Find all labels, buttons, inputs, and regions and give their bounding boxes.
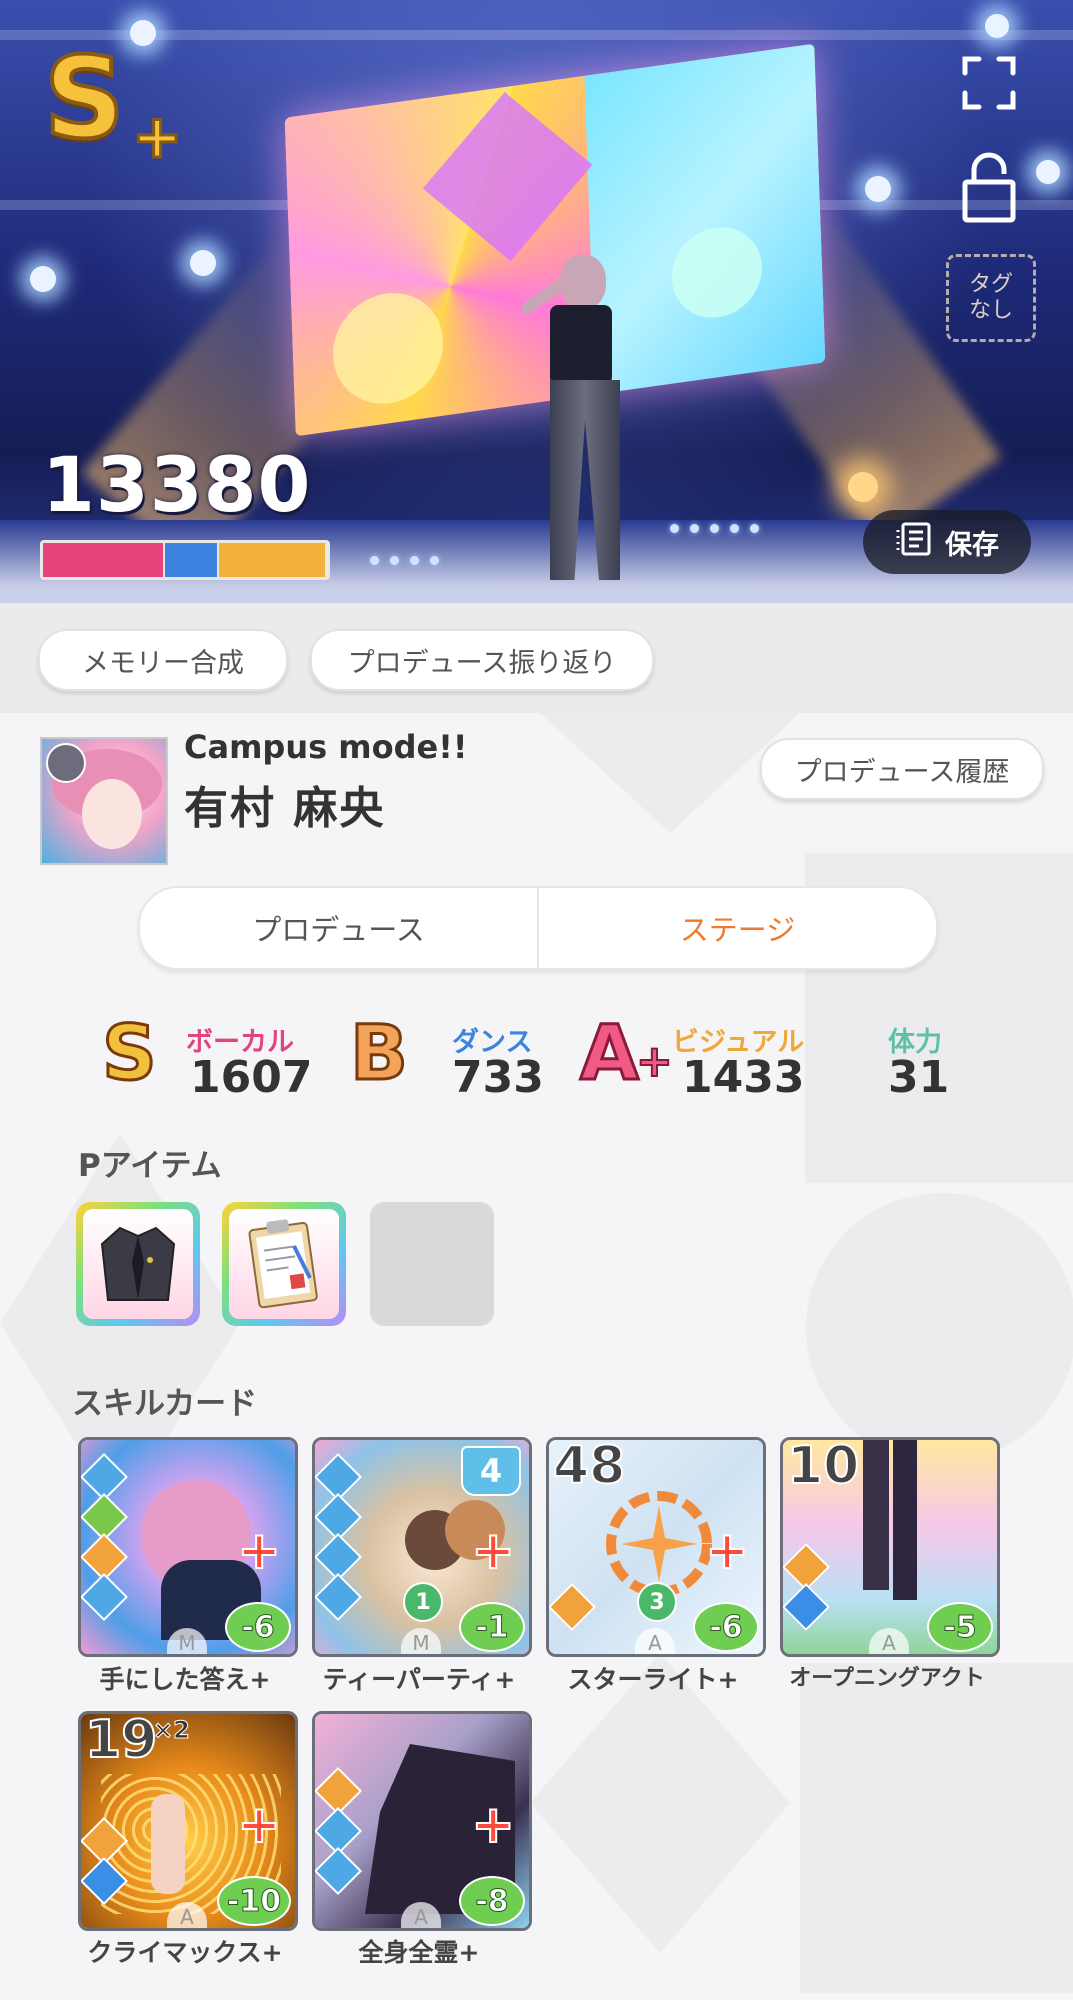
- stage-led: [730, 524, 739, 533]
- spotlight: [190, 250, 216, 276]
- skill-cost: -6: [225, 1602, 291, 1652]
- upgrade-plus-icon: +: [704, 1521, 750, 1581]
- upgrade-plus-icon: +: [470, 1521, 516, 1581]
- p-item-slot[interactable]: [222, 1202, 346, 1326]
- card-subtitle: Campus mode!!: [184, 728, 468, 766]
- skill-multiplier: ×2: [153, 1716, 191, 1745]
- visual-value: 1433: [682, 1052, 805, 1103]
- stat-ratio-bar: [40, 540, 330, 580]
- tag-label-line1: タグ: [968, 272, 1013, 297]
- visual-rank-letter: A: [579, 1007, 641, 1099]
- skill-cost: -1: [459, 1602, 525, 1652]
- idol-name: 有村 麻央: [184, 783, 386, 834]
- skill-level: 48: [552, 1437, 626, 1497]
- dance-value: 733: [452, 1052, 544, 1103]
- save-photo-icon: [895, 520, 933, 565]
- skill-card[interactable]: 19 ×2 + A -10: [78, 1711, 298, 1931]
- clipboard-icon: [248, 1219, 318, 1309]
- background-pattern: [806, 1193, 1073, 1463]
- lock-open-icon[interactable]: [962, 152, 1016, 224]
- stage-led: [750, 524, 759, 533]
- stage-led: [430, 556, 439, 565]
- background-pattern: [800, 1663, 1073, 1993]
- background-pattern: [530, 1653, 790, 1953]
- idol-card-avatar[interactable]: [40, 737, 168, 865]
- p-item-empty-slot[interactable]: [370, 1202, 494, 1326]
- skill-card-name: スターライト+: [567, 1665, 739, 1694]
- upgrade-plus-icon: +: [236, 1795, 282, 1855]
- mode-tabs: プロデュース ステージ: [138, 886, 938, 970]
- spotlight: [865, 176, 891, 202]
- skill-card[interactable]: 4 + 1 M -1: [312, 1437, 532, 1657]
- skill-cards-title: スキルカード: [72, 1386, 258, 1422]
- memory-merge-button[interactable]: メモリー合成: [38, 629, 288, 691]
- skill-card[interactable]: + M -6: [78, 1437, 298, 1657]
- skill-cost: -8: [459, 1876, 525, 1926]
- skill-count-badge: 3: [637, 1582, 677, 1622]
- spotlight: [130, 20, 156, 46]
- skill-card-name: クライマックス+: [87, 1938, 283, 1967]
- jacket-icon: [100, 1226, 176, 1301]
- skill-cost: -6: [693, 1602, 759, 1652]
- upgrade-plus-icon: +: [470, 1795, 516, 1855]
- fullscreen-icon[interactable]: [962, 56, 1016, 110]
- skill-level: 10: [786, 1437, 860, 1497]
- stage-truss: [0, 30, 1073, 40]
- stage-led: [390, 556, 399, 565]
- skill-level-badge: 4: [461, 1446, 521, 1496]
- skill-level: 19: [84, 1711, 158, 1771]
- skill-card-name: ティーパーティ+: [322, 1665, 516, 1694]
- dance-rank-letter: B: [349, 1007, 410, 1099]
- skill-card-name: 全身全霊+: [358, 1938, 480, 1967]
- skill-count-badge: 1: [403, 1582, 443, 1622]
- skill-card[interactable]: + A -8: [312, 1711, 532, 1931]
- total-rank-letter: S: [42, 32, 127, 166]
- stage-led: [370, 556, 379, 565]
- stage-led: [710, 524, 719, 533]
- stage-led: [670, 524, 679, 533]
- spotlight: [30, 266, 56, 292]
- vocal-rank-letter: S: [101, 1007, 159, 1099]
- skill-card[interactable]: 10 A -5: [780, 1437, 1000, 1657]
- save-button[interactable]: 保存: [863, 510, 1031, 574]
- spotlight: [1036, 160, 1060, 184]
- idol-figure: [519, 255, 640, 585]
- stamina-value: 31: [888, 1052, 950, 1103]
- total-score: 13380: [42, 440, 312, 529]
- save-label: 保存: [945, 529, 999, 561]
- stat-bar-segment-dance: [164, 543, 220, 577]
- stage-led: [410, 556, 419, 565]
- upgrade-plus-icon: +: [236, 1521, 282, 1581]
- p-items-title: Pアイテム: [78, 1148, 222, 1184]
- tab-stage[interactable]: ステージ: [539, 888, 936, 968]
- stat-bar-segment-vocal: [43, 543, 165, 577]
- skill-card[interactable]: 48 + 3 A -6: [546, 1437, 766, 1657]
- tag-button[interactable]: タグ なし: [946, 254, 1036, 342]
- skill-cost: -5: [927, 1602, 993, 1652]
- tag-label-line2: なし: [968, 298, 1013, 323]
- skill-card-name: オープニングアクト: [789, 1666, 985, 1691]
- stat-bar-segment-visual: [219, 543, 327, 577]
- visual-rank-plus: +: [635, 1035, 674, 1088]
- tab-produce[interactable]: プロデュース: [140, 888, 537, 968]
- stage-led: [690, 524, 699, 533]
- skill-card-name: 手にした答え+: [99, 1665, 271, 1694]
- vocal-value: 1607: [190, 1052, 313, 1103]
- produce-review-button[interactable]: プロデュース振り返り: [310, 629, 654, 691]
- produce-history-button[interactable]: プロデュース履歴: [760, 738, 1044, 800]
- skill-cost: -10: [217, 1876, 291, 1926]
- total-rank-plus: +: [130, 101, 183, 174]
- p-item-slot[interactable]: [76, 1202, 200, 1326]
- total-rank-badge: S +: [42, 32, 184, 174]
- spotlight: [985, 14, 1009, 38]
